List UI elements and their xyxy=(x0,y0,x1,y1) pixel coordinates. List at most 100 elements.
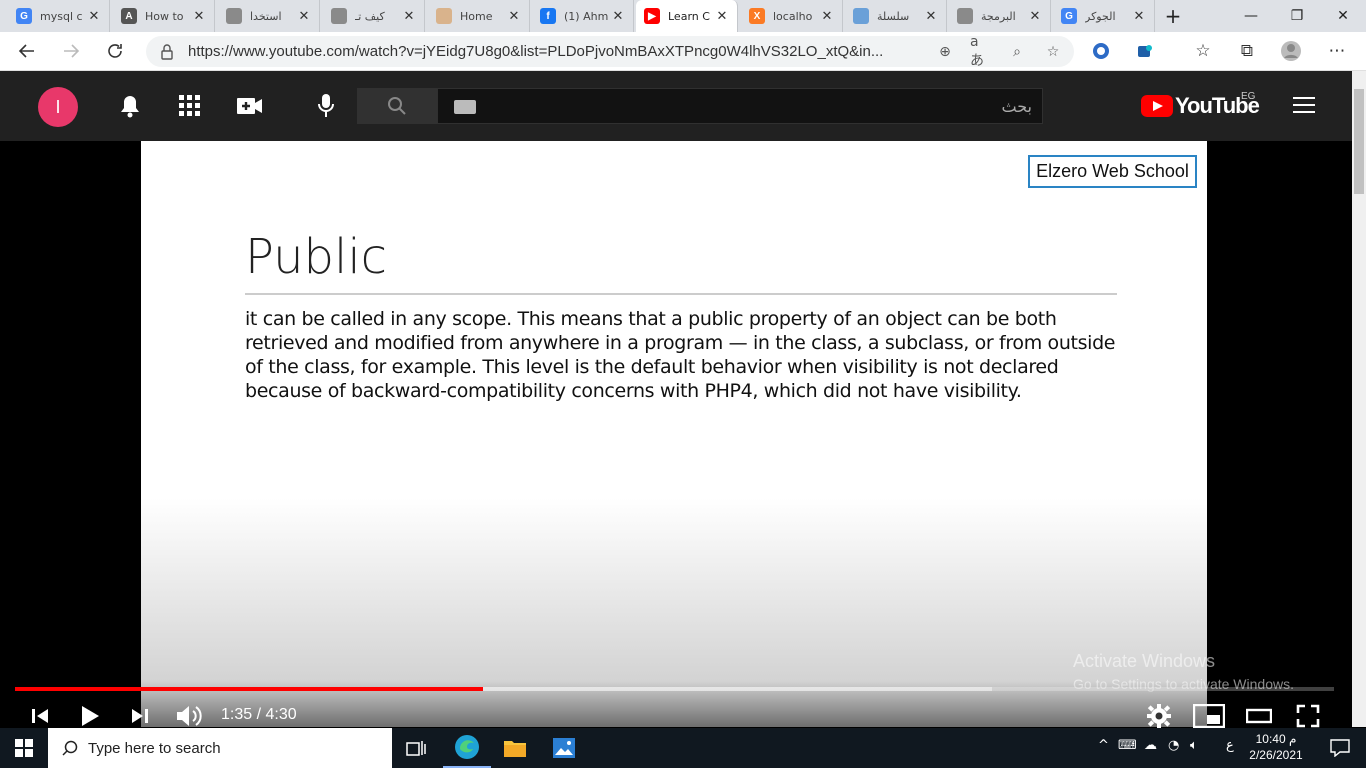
speaker-icon[interactable]: 🔈︎ xyxy=(1190,738,1198,753)
add-icon[interactable]: ⊕ xyxy=(934,41,956,63)
input-language[interactable]: ع xyxy=(1226,738,1234,753)
browser-tab[interactable]: ▶ Learn C ✕ xyxy=(636,0,738,32)
restore-button[interactable]: ❐ xyxy=(1274,0,1320,32)
theater-mode-button[interactable] xyxy=(1244,703,1274,729)
time-display: 1:35 / 4:30 xyxy=(221,706,297,723)
wifi-icon[interactable]: ◔ xyxy=(1168,738,1179,753)
close-tab-icon[interactable]: ✕ xyxy=(715,9,729,24)
extension-edge-button[interactable] xyxy=(1086,36,1116,66)
favorite-add-icon[interactable]: ☆ xyxy=(1042,41,1064,63)
taskbar-file-explorer-button[interactable] xyxy=(491,728,539,768)
close-tab-icon[interactable]: ✕ xyxy=(1028,9,1042,24)
favorites-icon: ☆ xyxy=(1195,41,1211,61)
close-tab-icon[interactable]: ✕ xyxy=(87,9,101,24)
profile-button[interactable] xyxy=(1276,36,1306,66)
tab-title: Home xyxy=(460,9,493,23)
browser-toolbar: https://www.youtube.com/watch?v=jYEidg7U… xyxy=(0,32,1366,71)
youtube-play-logo-icon xyxy=(1141,95,1173,117)
tray-chevron-icon[interactable]: ^ xyxy=(1098,738,1109,753)
youtube-header: I بحث YouTube EG xyxy=(0,71,1352,141)
taskbar-photos-button[interactable] xyxy=(540,728,588,768)
browser-tab[interactable]: Gmysql c ✕ xyxy=(8,0,110,32)
slide-title: Public xyxy=(245,229,388,285)
browser-tab[interactable]: كيف تـ ✕ xyxy=(323,0,425,32)
close-window-button[interactable]: ✕ xyxy=(1320,0,1366,32)
clock[interactable]: 10:40 م 2/26/2021 xyxy=(1246,731,1306,763)
menu-button[interactable] xyxy=(1293,97,1315,115)
browser-tab[interactable]: Xlocalho ✕ xyxy=(741,0,843,32)
play-button[interactable] xyxy=(76,703,104,729)
favorites-button[interactable]: ☆ xyxy=(1188,36,1218,66)
arrow-right-icon xyxy=(64,44,80,58)
start-button[interactable] xyxy=(0,728,48,768)
hamburger-icon xyxy=(1293,97,1315,99)
wp-icon xyxy=(436,8,452,24)
close-tab-icon[interactable]: ✕ xyxy=(1132,9,1146,24)
address-bar[interactable]: https://www.youtube.com/watch?v=jYEidg7U… xyxy=(146,34,1074,69)
apps-button[interactable] xyxy=(176,92,204,120)
close-tab-icon[interactable]: ✕ xyxy=(820,9,834,24)
keyboard-icon[interactable] xyxy=(454,100,476,114)
create-video-button[interactable] xyxy=(236,92,264,120)
back-button[interactable] xyxy=(12,36,42,66)
forward-button[interactable] xyxy=(56,36,86,66)
next-button[interactable] xyxy=(128,703,152,729)
browser-tab[interactable]: f (1) Ahm ✕ xyxy=(532,0,634,32)
keyboard-layout-icon[interactable]: ⌨ xyxy=(1118,738,1137,753)
scrollbar-thumb[interactable] xyxy=(1354,89,1364,194)
close-tab-icon[interactable]: ✕ xyxy=(611,9,625,24)
close-tab-icon[interactable]: ✕ xyxy=(402,9,416,24)
taskbar-search[interactable]: Type here to search xyxy=(48,728,392,768)
search-button[interactable] xyxy=(357,88,437,124)
browser-tab[interactable]: البرمجة ✕ xyxy=(949,0,1051,32)
search-icon xyxy=(388,97,406,115)
settings-more-button[interactable]: ⋯ xyxy=(1322,36,1352,66)
extension-button[interactable] xyxy=(1130,36,1160,66)
collections-button[interactable]: ⧉ xyxy=(1232,36,1262,66)
volume-button[interactable] xyxy=(174,703,204,729)
read-aloud-icon[interactable]: aあ xyxy=(970,34,992,69)
page-scrollbar[interactable] xyxy=(1352,71,1366,727)
notifications-center-button[interactable] xyxy=(1316,728,1364,768)
task-view-button[interactable] xyxy=(392,728,440,768)
zoom-icon[interactable]: ⌕ xyxy=(1006,41,1028,63)
browser-tab[interactable]: Home ✕ xyxy=(428,0,530,32)
close-tab-icon[interactable]: ✕ xyxy=(192,9,206,24)
search-icon xyxy=(62,740,78,756)
lock-icon[interactable] xyxy=(156,41,178,63)
minimize-button[interactable]: — xyxy=(1228,0,1274,32)
notification-icon xyxy=(1330,739,1350,757)
skip-previous-icon xyxy=(32,709,48,723)
notifications-button[interactable] xyxy=(116,92,144,120)
tab-title: سلسلة xyxy=(877,9,910,23)
close-tab-icon[interactable]: ✕ xyxy=(297,9,311,24)
new-tab-button[interactable]: + xyxy=(1156,0,1190,32)
photos-icon xyxy=(553,738,575,758)
taskbar-edge-button[interactable] xyxy=(443,728,491,768)
avatar[interactable]: I xyxy=(38,87,78,127)
video-player[interactable]: Elzero Web School Public it can be calle… xyxy=(0,141,1352,729)
settings-button[interactable] xyxy=(1146,703,1172,729)
close-tab-icon[interactable]: ✕ xyxy=(507,9,521,24)
progress-bar[interactable] xyxy=(15,687,1334,691)
shield-icon xyxy=(853,8,869,24)
fullscreen-button[interactable] xyxy=(1294,703,1322,729)
miniplayer-button[interactable] xyxy=(1192,703,1226,729)
cloud-icon[interactable]: ☁ xyxy=(1144,738,1157,753)
close-tab-icon[interactable]: ✕ xyxy=(924,9,938,24)
browser-tab[interactable]: A How to ✕ xyxy=(113,0,215,32)
slide-body: it can be called in any scope. This mean… xyxy=(245,308,1116,402)
video-frame: Elzero Web School Public it can be calle… xyxy=(141,141,1207,727)
refresh-button[interactable] xyxy=(100,36,130,66)
voice-search-button[interactable] xyxy=(312,92,340,120)
video-camera-add-icon xyxy=(237,98,262,114)
puzzle-icon xyxy=(1138,45,1152,57)
browser-tab[interactable]: سلسلة ✕ xyxy=(845,0,947,32)
browser-tab[interactable]: G الجوكر ✕ xyxy=(1053,0,1155,32)
search-input[interactable]: بحث xyxy=(437,88,1043,124)
browser-tab[interactable]: استخدا ✕ xyxy=(218,0,320,32)
apps-grid-icon xyxy=(179,95,200,116)
url-text[interactable]: https://www.youtube.com/watch?v=jYEidg7U… xyxy=(188,43,883,60)
previous-button[interactable] xyxy=(28,703,52,729)
youtube-logo[interactable]: YouTube EG xyxy=(1141,91,1260,119)
